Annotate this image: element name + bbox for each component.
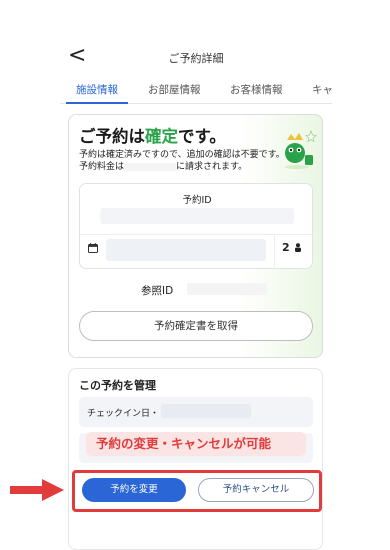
- pointer-arrow-icon: [10, 479, 64, 501]
- headline-suffix: です。: [178, 127, 226, 146]
- redacted-payment-method: [124, 162, 177, 171]
- change-cancel-annotation: 予約の変更・キャンセルが可能: [86, 432, 306, 456]
- checkin-label: チェックイン日・: [87, 409, 160, 419]
- redacted-stay-dates: [106, 239, 266, 261]
- reference-id-label: 参照ID: [141, 285, 174, 297]
- redacted-reference-id: [187, 283, 267, 295]
- reservation-id-label: 予約ID: [182, 195, 212, 206]
- guest-count: 2: [282, 241, 302, 254]
- tab-guest-info[interactable]: お客様情報: [230, 82, 283, 97]
- person-icon: [294, 243, 301, 252]
- tab-cancel-partial[interactable]: キャ: [312, 82, 333, 97]
- tab-room-info[interactable]: お部屋情報: [148, 82, 201, 97]
- headline-confirmed: 確定: [145, 127, 178, 146]
- booking-status-description: 予約は確定済みですので、追加の確認は不要です。予約料金は に請求されます。: [79, 149, 289, 173]
- description-part2: に請求されます。: [176, 162, 248, 172]
- redacted-reservation-id: [100, 208, 294, 224]
- top-bar: < ご予約詳細: [60, 38, 332, 74]
- stay-dates-row: 2: [80, 234, 314, 269]
- tab-bar: 施設情報 お部屋情報 お客様情報 キャ: [60, 76, 333, 104]
- booking-status-card: ご予約は確定です。 予約は確定済みですので、追加の確認は不要です。予約料金は に請…: [68, 114, 323, 358]
- headline-prefix: ご予約は: [79, 127, 145, 146]
- active-tab-indicator: [66, 102, 128, 104]
- row-divider: [274, 235, 275, 269]
- booking-status-headline: ご予約は確定です。: [79, 123, 226, 147]
- redacted-checkin-date: [161, 404, 251, 418]
- get-confirmation-button[interactable]: 予約確定書を取得: [79, 311, 313, 341]
- cancel-booking-button[interactable]: 予約キャンセル: [198, 478, 314, 502]
- mascot-character-icon: [285, 129, 317, 169]
- reservation-id-box: 予約ID 2: [79, 183, 314, 269]
- change-booking-button[interactable]: 予約を変更: [82, 478, 186, 502]
- manage-booking-card: この予約を管理 チェックイン日・ キ ): [68, 368, 323, 550]
- page-title: ご予約詳細: [168, 52, 224, 65]
- calendar-icon: [88, 243, 98, 253]
- guest-count-value: 2: [282, 241, 290, 254]
- tab-facility-info[interactable]: 施設情報: [76, 82, 118, 97]
- manage-booking-title: この予約を管理: [79, 379, 156, 392]
- checkin-date-box: チェックイン日・: [79, 397, 313, 427]
